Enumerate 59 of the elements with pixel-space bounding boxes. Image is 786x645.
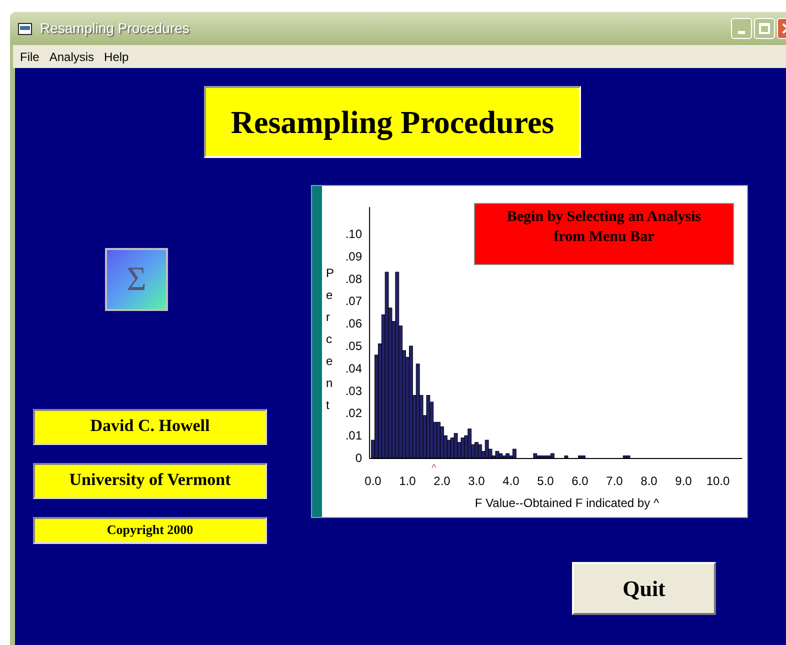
bar (474, 442, 478, 458)
y-tick-label: .04 (345, 361, 362, 376)
y-tick-label: 0 (355, 451, 362, 465)
credit-label: David C. Howell (33, 409, 267, 445)
x-tick-label: 10.0 (706, 474, 730, 488)
minimize-button[interactable] (731, 18, 752, 39)
bar (478, 444, 482, 458)
bar (416, 364, 420, 458)
bar (495, 451, 500, 458)
bar (468, 428, 472, 458)
y-tick-label: .02 (345, 406, 362, 420)
x-tick-label: 6.0 (572, 474, 588, 488)
bar (564, 456, 568, 458)
y-axis-label: Percent (326, 265, 334, 414)
bar (533, 453, 538, 458)
x-tick-label: 3.0 (468, 474, 485, 488)
x-tick-label: 4.0 (502, 474, 520, 488)
quit-button[interactable]: Quit (572, 562, 716, 615)
y-tick-label: .10 (345, 227, 362, 241)
bar (582, 456, 586, 458)
bar (626, 456, 630, 458)
bar (409, 346, 413, 458)
credit-label: University of Vermont (33, 463, 267, 499)
menu-item[interactable]: Help (101, 48, 132, 66)
instruction-banner: Begin by Selecting an Analysis from Menu Bar (474, 203, 734, 265)
heading-banner: Resampling Procedures (204, 86, 581, 158)
y-tick-label: .05 (345, 339, 362, 353)
x-tick-label: 2.0 (434, 474, 450, 488)
bar (426, 395, 430, 458)
bar (506, 453, 510, 458)
x-tick-label: 0.0 (364, 474, 382, 488)
x-axis-label: F Value--Obtained F indicated by ^ (474, 496, 660, 510)
y-tick-label: .06 (345, 316, 362, 331)
app-icon (18, 22, 32, 34)
bar (484, 440, 489, 458)
x-tick-label: 8.0 (640, 474, 658, 488)
menu-item[interactable]: File (17, 48, 42, 66)
minimize-icon (738, 31, 745, 34)
credit-label: Copyright 2000 (33, 517, 267, 544)
x-tick-label: 9.0 (675, 474, 692, 488)
bar (550, 453, 554, 458)
x-tick-label: 5.0 (537, 474, 554, 488)
maximize-button[interactable] (754, 18, 775, 39)
bar (498, 453, 503, 458)
menu-item[interactable]: Analysis (46, 48, 98, 66)
window-title: Resampling Procedures (40, 19, 190, 38)
x-tick-label: 1.0 (399, 474, 416, 488)
y-tick-label: .09 (345, 249, 362, 264)
obtained-f-marker: ^ (432, 463, 436, 474)
bar (395, 272, 400, 458)
maximize-icon (759, 23, 770, 34)
bar (440, 426, 444, 458)
x-tick-label: 7.0 (606, 474, 623, 488)
y-tick-label: .08 (345, 272, 362, 286)
y-tick-label: .07 (345, 294, 362, 308)
y-tick-label: .01 (345, 428, 362, 443)
y-tick-label: .03 (345, 384, 362, 398)
bar (436, 422, 440, 458)
bar (512, 448, 516, 458)
